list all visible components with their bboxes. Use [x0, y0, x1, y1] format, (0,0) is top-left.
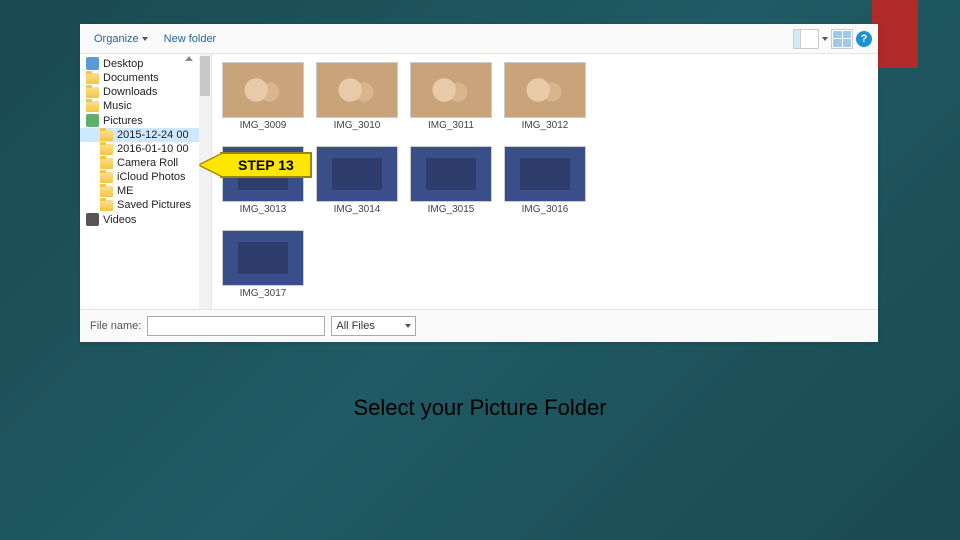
tree-item-label: Downloads	[103, 86, 157, 98]
folder-icon	[100, 200, 113, 211]
file-type-filter[interactable]: All Files	[331, 316, 416, 336]
dialog-toolbar: Organize New folder ?	[80, 24, 878, 54]
filename-label: File name:	[90, 320, 141, 332]
file-item[interactable]: IMG_3016	[500, 146, 590, 226]
thumbnail-image	[222, 62, 304, 118]
tree-item-2015-12-24-00[interactable]: 2015-12-24 00	[80, 128, 211, 142]
thumbnail-image	[410, 62, 492, 118]
folder-icon	[100, 172, 113, 183]
new-folder-button[interactable]: New folder	[156, 31, 225, 47]
dialog-footer: File name: All Files	[80, 309, 878, 342]
thumbnails-view-button[interactable]	[831, 29, 853, 49]
tree-item-saved-pictures[interactable]: Saved Pictures	[80, 198, 211, 212]
tree-item-label: Camera Roll	[117, 157, 178, 169]
thumbnail-label: IMG_3017	[240, 288, 287, 299]
scrollbar[interactable]	[199, 54, 211, 309]
tree-item-label: 2015-12-24 00	[117, 129, 189, 141]
file-item[interactable]: IMG_3015	[406, 146, 496, 226]
tree-item-label: iCloud Photos	[117, 171, 186, 183]
file-item[interactable]: IMG_3011	[406, 62, 496, 142]
tree-item-label: Saved Pictures	[117, 199, 191, 211]
tree-item-music[interactable]: Music	[80, 99, 211, 113]
folder-icon	[100, 158, 113, 169]
slide-accent	[872, 0, 918, 68]
organize-button[interactable]: Organize	[86, 31, 156, 47]
tree-item-me[interactable]: ME	[80, 184, 211, 198]
folder-icon	[86, 73, 99, 84]
thumbnail-label: IMG_3013	[240, 204, 287, 215]
filename-input[interactable]	[147, 316, 325, 336]
tree-item-videos[interactable]: Videos	[80, 212, 211, 227]
folder-icon	[100, 186, 113, 197]
slide-caption: Select your Picture Folder	[0, 395, 960, 421]
tree-item-downloads[interactable]: Downloads	[80, 85, 211, 99]
view-mode-button[interactable]	[793, 29, 819, 49]
thumbnail-label: IMG_3015	[428, 204, 475, 215]
tree-item-documents[interactable]: Documents	[80, 71, 211, 85]
folder-icon	[100, 130, 113, 141]
thumbnail-label: IMG_3016	[522, 204, 569, 215]
thumbnail-image	[222, 146, 304, 202]
chevron-down-icon	[405, 324, 411, 328]
tree-item-camera-roll[interactable]: Camera Roll	[80, 156, 211, 170]
thumbnail-label: IMG_3012	[522, 120, 569, 131]
file-item[interactable]: IMG_3010	[312, 62, 402, 142]
file-item[interactable]: IMG_3009	[218, 62, 308, 142]
thumbnail-label: IMG_3010	[334, 120, 381, 131]
tree-item-label: Desktop	[103, 58, 143, 70]
thumbnail-image	[316, 62, 398, 118]
folder-icon	[86, 87, 99, 98]
folder-icon	[86, 101, 99, 112]
tree-item-label: ME	[117, 185, 134, 197]
tree-item-label: Videos	[103, 214, 136, 226]
chevron-down-icon	[822, 37, 828, 41]
tree-item-label: 2016-01-10 00	[117, 143, 189, 155]
folder-tree: Desktop Documents Downloads Music Pictures 20…	[80, 54, 212, 309]
file-item[interactable]: IMG_3012	[500, 62, 590, 142]
chevron-down-icon	[142, 37, 148, 41]
thumbnail-image	[222, 230, 304, 286]
file-open-dialog: Organize New folder ? Desktop Documents Do…	[80, 24, 878, 342]
thumbnail-label: IMG_3011	[428, 120, 474, 131]
vids-icon	[86, 213, 99, 226]
thumbnail-label: IMG_3014	[334, 204, 381, 215]
tree-item-icloud-photos[interactable]: iCloud Photos	[80, 170, 211, 184]
tree-item-label: Music	[103, 100, 132, 112]
folder-icon	[100, 144, 113, 155]
thumbnail-label: IMG_3009	[240, 120, 287, 131]
thumbnail-image	[316, 146, 398, 202]
thumbnail-image	[410, 146, 492, 202]
generic-icon	[86, 57, 99, 70]
file-item[interactable]: IMG_3017	[218, 230, 308, 309]
tree-item-label: Documents	[103, 72, 159, 84]
tree-item-label: Pictures	[103, 115, 143, 127]
thumbnail-image	[504, 146, 586, 202]
file-item[interactable]: IMG_3013	[218, 146, 308, 226]
pics-icon	[86, 114, 99, 127]
chevron-up-icon	[185, 56, 193, 61]
file-thumbnail-area: IMG_3009 IMG_3010 IMG_3011 IMG_3012 IMG_3013…	[212, 54, 878, 309]
file-item[interactable]: IMG_3014	[312, 146, 402, 226]
tree-item-2016-01-10-00[interactable]: 2016-01-10 00	[80, 142, 211, 156]
scrollbar-thumb[interactable]	[200, 56, 210, 96]
thumbnail-image	[504, 62, 586, 118]
tree-item-pictures[interactable]: Pictures	[80, 113, 211, 128]
help-icon[interactable]: ?	[856, 31, 872, 47]
